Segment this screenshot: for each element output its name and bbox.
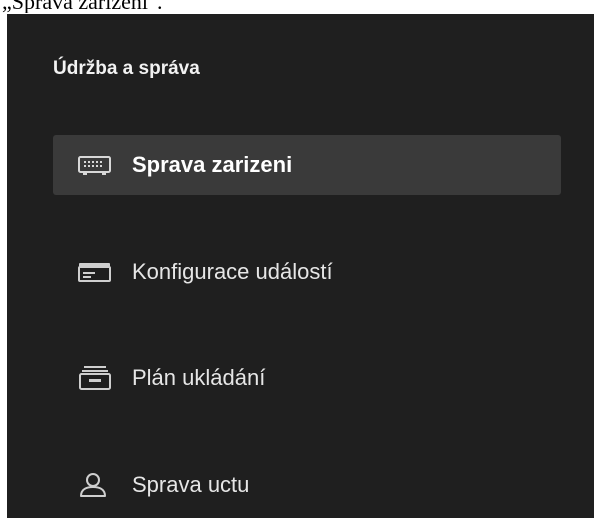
caption-text: „Sprava zarizeni". <box>2 0 163 13</box>
nav-item-label: Konfigurace událostí <box>132 259 333 284</box>
nav-item-label: Sprava uctu <box>132 472 250 497</box>
event-configuration-icon <box>78 259 112 285</box>
nav-item-user-account[interactable]: Sprava uctu <box>53 455 561 515</box>
nav-item-label: Sprava zarizeni <box>132 152 293 177</box>
nav-item-device-management[interactable]: Sprava zarizeni <box>53 135 561 195</box>
user-account-icon <box>78 472 112 498</box>
nav-item-event-configuration[interactable]: Konfigurace událostí <box>53 242 561 302</box>
section-title: Údržba a správa <box>53 58 200 79</box>
device-management-icon <box>78 152 112 178</box>
nav-item-storage-schedule[interactable]: Plán ukládání <box>53 348 561 408</box>
maintenance-panel: Údržba a správa Sprava zarizeni Konfigur… <box>7 14 594 518</box>
nav-item-label: Plán ukládání <box>132 365 266 390</box>
storage-schedule-icon <box>78 365 112 391</box>
